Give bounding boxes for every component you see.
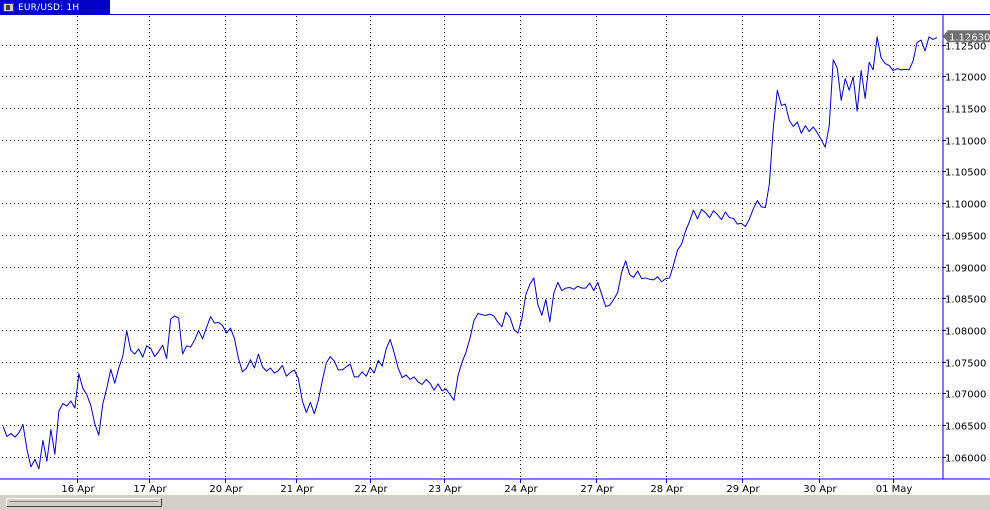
y-tick-label: 1.09500 xyxy=(945,232,986,243)
x-tick-label: 20 Apr xyxy=(209,484,243,494)
y-tick-label: 1.08500 xyxy=(945,295,986,306)
y-tick-label: 1.07500 xyxy=(945,359,986,370)
chart-window-tab[interactable]: EUR/USD: 1H xyxy=(0,0,110,15)
y-tick-label: 1.10000 xyxy=(945,200,986,211)
y-tick-label: 1.07000 xyxy=(945,390,986,401)
chart-axes xyxy=(0,15,990,483)
x-tick-label: 27 Apr xyxy=(580,484,614,494)
price-chart[interactable]: 1.125001.120001.115001.110001.105001.100… xyxy=(0,15,990,494)
last-price-tag: 1.12630 xyxy=(943,30,990,43)
x-tick-label: 24 Apr xyxy=(504,484,538,494)
x-tick-label: 22 Apr xyxy=(354,484,388,494)
price-series xyxy=(2,36,938,470)
x-tick-label: 17 Apr xyxy=(133,484,167,494)
scrollbar-thumb[interactable] xyxy=(6,498,162,507)
y-tick-label: 1.10500 xyxy=(945,168,986,179)
y-tick-label: 1.12000 xyxy=(945,73,986,84)
last-price-label: 1.12630 xyxy=(949,32,990,43)
price-line xyxy=(2,36,938,470)
x-tick-label: 01 May xyxy=(876,484,913,494)
chart-symbol-label: EUR/USD: 1H xyxy=(18,2,80,13)
y-tick-label: 1.11500 xyxy=(945,105,986,116)
grid-lines xyxy=(2,16,943,479)
y-tick-label: 1.08000 xyxy=(945,327,986,338)
window-menu-icon[interactable] xyxy=(3,3,14,12)
x-tick-label: 16 Apr xyxy=(61,484,95,494)
x-tick-label: 28 Apr xyxy=(650,484,684,494)
price-axis: 1.125001.120001.115001.110001.105001.100… xyxy=(945,42,986,465)
y-tick-label: 1.06500 xyxy=(945,422,986,433)
y-tick-label: 1.06000 xyxy=(945,454,986,465)
x-tick-label: 21 Apr xyxy=(280,484,314,494)
x-tick-label: 30 Apr xyxy=(803,484,837,494)
time-axis: 16 Apr 17 Apr 20 Apr 21 Apr 22 Apr 23 Apr 24 A… xyxy=(61,484,912,494)
tab-strip xyxy=(110,0,990,15)
horizontal-scrollbar[interactable] xyxy=(0,494,990,510)
x-tick-label: 23 Apr xyxy=(428,484,462,494)
y-tick-label: 1.11000 xyxy=(945,137,986,148)
y-tick-label: 1.09000 xyxy=(945,264,986,275)
x-tick-label: 29 Apr xyxy=(726,484,760,494)
